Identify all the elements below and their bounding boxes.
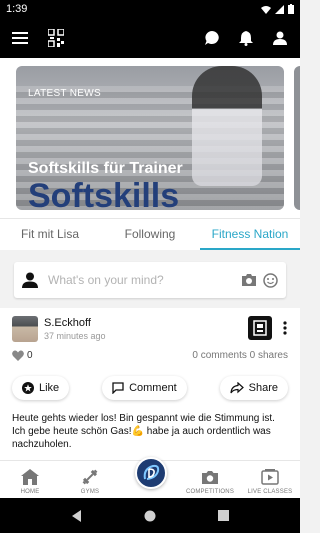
news-image-figure [192,66,262,186]
post-header: S.Eckhoff 37 minutes ago [12,316,106,342]
news-image-word: Softskills [28,177,180,210]
tab-fitness-nation[interactable]: Fitness Nation [200,219,300,250]
post-time: 37 minutes ago [44,331,106,341]
news-carousel: LATEST NEWS Softskills für Trainer Softs… [0,58,300,218]
nav-competitions-label: COMPETITIONS [185,489,235,495]
back-icon[interactable] [71,509,83,522]
share-label: Share [248,382,278,394]
likes-value: 0 [27,350,33,361]
signal-icon [275,4,284,14]
club-logo-icon[interactable] [248,316,272,340]
compose-placeholder[interactable]: What's on your mind? [48,273,241,287]
qr-code-icon[interactable] [46,28,66,48]
comment-label: Comment [129,382,177,394]
system-nav-bar [0,498,300,533]
nav-gyms-label: GYMS [80,489,100,495]
news-title: Softskills für Trainer [28,160,183,177]
post-actions: Like Comment Share [12,376,288,400]
news-card-next[interactable] [294,66,300,210]
brand-logo-icon [143,464,160,480]
post-stats: 0 0 comments 0 shares [12,350,288,361]
notifications-bell-icon[interactable] [236,28,256,48]
nav-home[interactable]: HOME [0,461,60,498]
feed-tabs: Fit mit Lisa Following Fitness Nation [0,218,300,250]
dumbbell-icon [80,467,100,487]
menu-icon[interactable] [10,28,30,48]
home-icon [20,467,40,487]
more-options-icon[interactable] [278,316,292,340]
comments-shares-count: 0 comments 0 shares [192,350,288,361]
likes-count: 0 [12,350,192,361]
home-circle-icon[interactable] [144,510,156,522]
avatar[interactable] [12,316,38,342]
camera-icon[interactable] [241,273,257,287]
heart-icon [12,350,24,361]
tab-following[interactable]: Following [100,219,200,250]
nav-live-classes-label: LIVE CLASSES [247,489,293,495]
status-bar: 1:39 [0,0,300,18]
battery-icon [288,4,294,14]
brand-logo-button[interactable] [135,457,167,489]
tab-fit-mit-lisa[interactable]: Fit mit Lisa [0,219,100,250]
system-icons [261,4,294,14]
camera-nav-icon [200,467,220,487]
chat-icon[interactable] [202,28,222,48]
status-time: 1:39 [6,3,28,15]
comment-icon [112,382,124,394]
news-card[interactable]: LATEST NEWS Softskills für Trainer Softs… [16,66,284,210]
share-button[interactable]: Share [219,376,288,400]
share-icon [230,382,244,394]
like-label: Like [39,382,60,394]
nav-home-label: HOME [20,489,40,495]
app-bar [0,18,300,58]
feed-post: S.Eckhoff 37 minutes ago 0 0 comments 0 … [0,308,300,460]
wifi-icon [261,5,271,14]
recents-icon[interactable] [218,510,230,521]
user-icon [22,272,38,288]
news-tag: LATEST NEWS [28,88,101,99]
bottom-nav: HOME GYMS COMPETITIONS LIVE CLASSES [0,457,300,498]
like-button[interactable]: Like [12,376,70,400]
comment-button[interactable]: Comment [102,376,187,400]
emoji-icon[interactable] [263,272,278,288]
post-author[interactable]: S.Eckhoff [44,317,106,329]
video-play-icon [260,467,280,487]
compose-post-box[interactable]: What's on your mind? [14,262,286,298]
star-badge-icon [22,382,34,394]
nav-live-classes[interactable]: LIVE CLASSES [240,461,300,498]
nav-gyms[interactable]: GYMS [60,461,120,498]
post-text: Heute gehts wieder los! Bin gespannt wie… [12,413,275,450]
profile-icon[interactable] [270,28,290,48]
nav-center [120,457,180,498]
nav-competitions[interactable]: COMPETITIONS [180,461,240,498]
